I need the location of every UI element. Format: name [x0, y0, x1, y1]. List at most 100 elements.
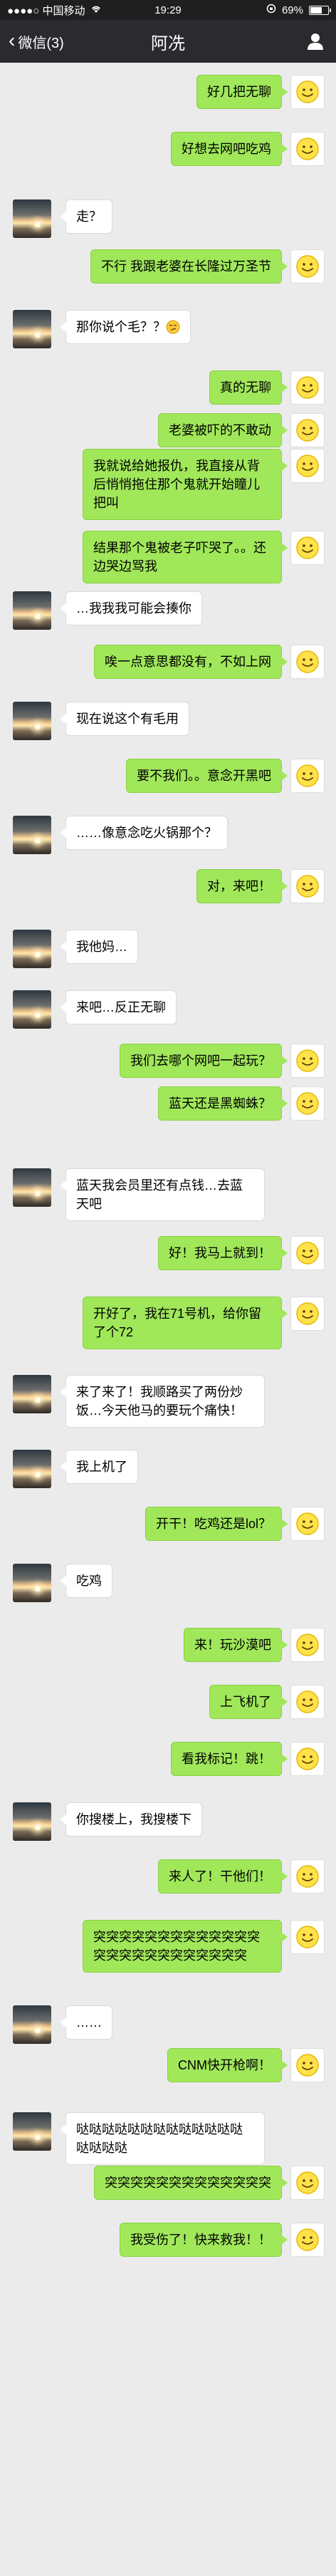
my-avatar[interactable] [290, 1044, 325, 1078]
contact-avatar[interactable] [13, 990, 51, 1029]
message-text: 突突突突突突突突突突突突突 [105, 2176, 271, 2190]
my-avatar[interactable] [290, 1628, 325, 1662]
sent-message-bubble[interactable]: CNM快开枪啊！ [167, 2048, 288, 2082]
contact-avatar[interactable] [13, 1802, 51, 1841]
my-avatar[interactable] [290, 1236, 325, 1270]
message-text: 好想去网吧吃鸡 [182, 142, 271, 156]
my-avatar[interactable] [290, 1859, 325, 1894]
sun-decoration [35, 2027, 41, 2033]
received-message-bubble[interactable]: …… [60, 2005, 112, 2040]
sun-decoration [35, 1012, 41, 1018]
contact-avatar[interactable] [13, 1450, 51, 1488]
contact-avatar[interactable] [13, 930, 51, 968]
sent-message-bubble[interactable]: 我就说给她报仇，我直接从背后悄悄拖住那个鬼就开始瞳儿把叫 [83, 449, 288, 520]
received-message-bubble[interactable]: 你搜楼上，我搜楼下 [60, 1802, 202, 1837]
message-text: 真的无聊 [220, 380, 271, 395]
sent-message-bubble[interactable]: 好几把无聊 [196, 75, 288, 109]
sent-message-bubble[interactable]: 看我标记！跳！ [171, 1742, 288, 1776]
my-avatar[interactable] [290, 759, 325, 793]
sent-message-bubble[interactable]: 我们去哪个网吧一起玩？ [120, 1044, 288, 1078]
message-text: 来吧…反正无聊 [76, 1000, 166, 1014]
received-message-bubble[interactable]: 来了来了！我顺路买了两份炒饭…今天他马的要玩个痛快！ [60, 1375, 265, 1428]
my-avatar[interactable] [290, 2048, 325, 2082]
my-avatar[interactable] [290, 1507, 325, 1541]
contact-avatar[interactable] [13, 310, 51, 348]
sent-message-bubble[interactable]: 突突突突突突突突突突突突突突突突突突突突突突突突突 [83, 1920, 288, 1973]
received-message-bubble[interactable]: ……像意念吃火锅那个？ [60, 816, 228, 850]
my-avatar[interactable] [290, 2223, 325, 2257]
sun-decoration [35, 2134, 41, 2140]
smiley-face-icon [296, 80, 319, 103]
smiley-face-icon [296, 1512, 319, 1535]
message-row: 我他妈… [0, 923, 336, 968]
message-row: 哒哒哒哒哒哒哒哒哒哒哒哒哒哒哒哒哒 [0, 2105, 336, 2165]
received-message-bubble[interactable]: 蓝天我会员里还有点钱…去蓝天吧 [60, 1168, 265, 1221]
status-bar: ●●●●○ 中国移动 19:29 69% [0, 0, 336, 20]
message-text: 结果那个鬼被老子吓哭了。。还边哭边骂我 [93, 541, 266, 573]
sent-message-bubble[interactable]: 结果那个鬼被老子吓哭了。。还边哭边骂我 [83, 531, 288, 583]
contact-avatar[interactable] [13, 2005, 51, 2044]
sent-message-bubble[interactable]: 蓝天还是黑蜘蛛？ [158, 1086, 288, 1121]
contact-avatar[interactable] [13, 2112, 51, 2151]
received-message-bubble[interactable]: 吃鸡 [60, 1564, 112, 1598]
message-row: 走？ [0, 192, 336, 238]
sent-message-bubble[interactable]: 真的无聊 [209, 370, 288, 405]
sent-message-bubble[interactable]: 突突突突突突突突突突突突突 [94, 2166, 288, 2200]
sent-message-bubble[interactable]: 来！玩沙漠吧 [184, 1628, 288, 1662]
message-row: 突突突突突突突突突突突突突 [0, 2159, 336, 2201]
message-text: 唉一点意思都没有，不如上网 [105, 655, 271, 669]
my-avatar[interactable] [290, 1685, 325, 1719]
sent-message-bubble[interactable]: 对，来吧！ [196, 869, 288, 903]
message-text: 我他妈… [76, 940, 127, 954]
my-avatar[interactable] [290, 1920, 325, 1954]
sent-message-bubble[interactable]: 好想去网吧吃鸡 [171, 132, 288, 166]
smiley-face-icon [296, 2054, 319, 2077]
sent-message-bubble[interactable]: 要不我们。。意念开黑吧 [126, 759, 288, 793]
message-text: 对，来吧！ [207, 879, 271, 893]
my-avatar[interactable] [290, 75, 325, 109]
sent-message-bubble[interactable]: 我受伤了！快来救我！！ [120, 2223, 288, 2257]
message-text: 上飞机了 [220, 1695, 271, 1709]
smiley-face-icon [296, 875, 319, 898]
my-avatar[interactable] [290, 449, 325, 483]
sent-message-bubble[interactable]: 来人了！干他们！ [158, 1859, 288, 1894]
sent-message-bubble[interactable]: 好！我马上就到！ [158, 1236, 288, 1270]
contact-avatar[interactable] [13, 591, 51, 630]
sent-message-bubble[interactable]: 上飞机了 [209, 1685, 288, 1719]
contact-avatar[interactable] [13, 1168, 51, 1207]
emoji-wrapper [166, 320, 180, 334]
my-avatar[interactable] [290, 132, 325, 166]
received-message-bubble[interactable]: 哒哒哒哒哒哒哒哒哒哒哒哒哒哒哒哒哒 [60, 2112, 265, 2165]
message-text: 好几把无聊 [207, 85, 271, 99]
message-text: 来人了！干他们！ [169, 1869, 271, 1884]
contact-avatar[interactable] [13, 199, 51, 238]
received-message-bubble[interactable]: 那你说个毛？？ [60, 310, 191, 344]
chat-info-button[interactable] [303, 29, 327, 53]
received-message-bubble[interactable]: 来吧…反正无聊 [60, 990, 177, 1024]
sent-message-bubble[interactable]: 开好了，我在71号机，给你留了个72 [83, 1297, 288, 1349]
contact-avatar[interactable] [13, 1564, 51, 1602]
sent-message-bubble[interactable]: 不行 我跟老婆在长隆过万圣节 [90, 249, 288, 284]
received-message-bubble[interactable]: 走？ [60, 199, 112, 234]
my-avatar[interactable] [290, 370, 325, 405]
my-avatar[interactable] [290, 531, 325, 565]
contact-avatar[interactable] [13, 702, 51, 740]
my-avatar[interactable] [290, 1742, 325, 1776]
contact-avatar[interactable] [13, 816, 51, 854]
my-avatar[interactable] [290, 2166, 325, 2200]
received-message-bubble[interactable]: …我我我可能会揍你 [60, 591, 202, 625]
received-message-bubble[interactable]: 我他妈… [60, 930, 138, 964]
smiley-face-icon [296, 1865, 319, 1888]
my-avatar[interactable] [290, 645, 325, 679]
my-avatar[interactable] [290, 869, 325, 903]
my-avatar[interactable] [290, 1297, 325, 1331]
smiley-face-icon [296, 419, 319, 442]
my-avatar[interactable] [290, 249, 325, 284]
sent-message-bubble[interactable]: 唉一点意思都没有，不如上网 [94, 645, 288, 679]
back-button[interactable]: ‹ 微信(3) [9, 31, 64, 52]
received-message-bubble[interactable]: 我上机了 [60, 1450, 138, 1484]
received-message-bubble[interactable]: 现在说这个有毛用 [60, 702, 189, 736]
my-avatar[interactable] [290, 1086, 325, 1121]
contact-avatar[interactable] [13, 1375, 51, 1413]
sent-message-bubble[interactable]: 开干！吃鸡还是lol？ [145, 1507, 288, 1541]
